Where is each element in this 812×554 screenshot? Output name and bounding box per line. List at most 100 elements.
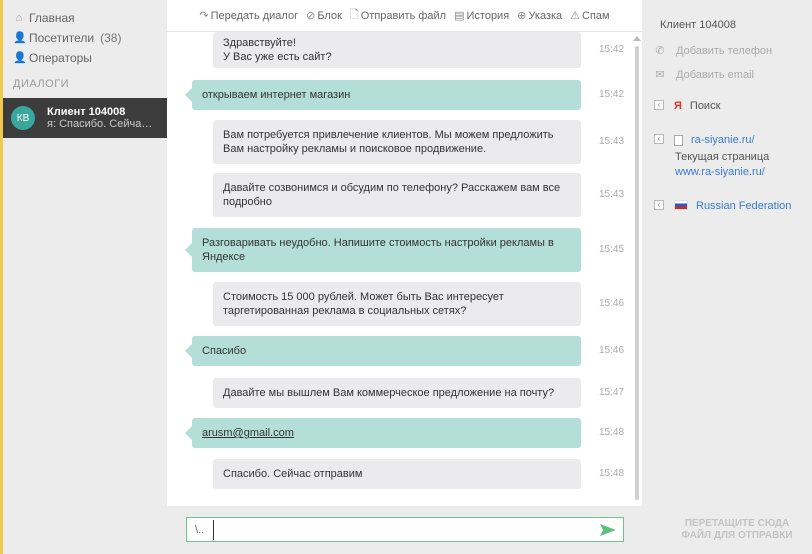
message-bubble-outgoing: Спасибо. Сейчас отправим (213, 459, 581, 489)
current-page-label: Текущая страница (675, 151, 770, 163)
message-line: arusm@gmail.com (202, 427, 294, 439)
message-bubble-outgoing: Давайте мы вышлем Вам коммерческое предл… (213, 378, 581, 408)
user-icon: 👤 (13, 32, 27, 44)
message-line: Спасибо (202, 345, 247, 357)
block-button[interactable]: ⊘ Блок (306, 9, 342, 23)
transfer-dialog-button[interactable]: ↷ Передать диалог (199, 9, 299, 23)
pointer-button[interactable]: ⊕ Указка (517, 9, 563, 23)
message-row: Давайте созвонимся и обсудим по телефону… (167, 173, 642, 217)
message-time: 15:43 (599, 136, 625, 147)
message-line: открываем интернет магазин (202, 89, 351, 101)
message-time: 15:45 (599, 244, 625, 255)
message-time: 15:48 (599, 468, 625, 479)
message-line: Яндексе (202, 251, 246, 263)
operator-icon: 👤 (13, 52, 27, 64)
nav-item-visitors[interactable]: 👤 Посетители (38) (3, 28, 167, 48)
nav-item-home[interactable]: ⌂ Главная (3, 8, 167, 28)
message-row: arusm@gmail.com 15:48 (167, 418, 642, 448)
current-page-row: www.ra-siyanie.ru/ (675, 166, 765, 178)
warning-icon: ⚠ (570, 10, 581, 22)
message-row: Стоимость 15 000 рублей. Может быть Вас … (167, 282, 642, 326)
share-arrow-icon: ↷ (199, 10, 209, 22)
dialog-item[interactable]: КВ Клиент 104008 я: Спасибо. Сейчас отпр… (3, 98, 167, 138)
message-row: Вам потребуется привлечение клиентов. Мы… (167, 120, 642, 164)
chevron-left-icon[interactable]: ‹ (654, 200, 664, 210)
section-title-dialogs: ДИАЛОГИ (13, 78, 70, 90)
send-file-button[interactable]: 🗋 Отправить файл (350, 6, 446, 25)
message-bubble-outgoing: Давайте созвонимся и обсудим по телефону… (213, 173, 581, 217)
message-time: 15:47 (599, 387, 625, 398)
spam-button[interactable]: ⚠ Спам (570, 9, 610, 23)
message-input[interactable] (213, 519, 593, 540)
block-icon: ⊘ (306, 10, 316, 22)
nav-home-label: Главная (29, 11, 75, 25)
russia-flag-icon (674, 200, 688, 210)
add-phone-link[interactable]: Добавить телефон (676, 45, 772, 57)
scroll-up-arrow-icon[interactable] (633, 36, 641, 41)
dialog-preview: я: Спасибо. Сейчас отправим (47, 118, 157, 130)
message-row: Спасибо 15:46 (167, 336, 642, 366)
envelope-icon: ✉ (655, 69, 665, 81)
phone-icon: ✆ (655, 45, 665, 57)
crosshair-icon: ⊕ (517, 10, 527, 22)
send-icon (600, 523, 616, 536)
site-link[interactable]: ra-siyanie.ru/ (691, 134, 755, 146)
message-line: Разговаривать неудобно. Напишите стоимос… (202, 237, 554, 249)
block-label: Блок (317, 9, 342, 22)
message-time: 15:46 (599, 345, 625, 356)
current-page-link[interactable]: www.ra-siyanie.ru/ (675, 166, 765, 178)
source-label: Поиск (689, 100, 721, 112)
message-line: Давайте мы вышлем Вам коммерческое предл… (223, 387, 555, 399)
message-bubble-outgoing: Вам потребуется привлечение клиентов. Мы… (213, 120, 581, 164)
chat-messages[interactable]: Здравствуйте! У Вас уже есть сайт? 15:42 от… (167, 32, 642, 506)
spam-label: Спам (582, 9, 610, 22)
chat-scrollbar[interactable] (635, 46, 639, 500)
file-drop-zone[interactable]: ПЕРЕТАЩИТЕ СЮДА ФАЙЛ ДЛЯ ОТПРАВКИ (662, 518, 812, 542)
message-bubble-outgoing: Здравствуйте! У Вас уже есть сайт? (213, 32, 581, 68)
message-line: Вам потребуется привлечение клиентов. Мы… (223, 129, 554, 141)
chevron-left-icon[interactable]: ‹ (654, 134, 664, 144)
message-time: 15:42 (599, 44, 625, 55)
message-line: Давайте созвонимся и обсудим по телефону… (223, 182, 561, 194)
sidebar: ⌂ Главная 👤 Посетители (38) 👤 Операторы … (3, 0, 167, 554)
avatar: КВ (11, 106, 35, 130)
drop-hint-line1: ПЕРЕТАЩИТЕ СЮДА (684, 518, 790, 529)
client-info-panel: Клиент 104008 ✆ Добавить телефон ✉ Добав… (642, 0, 812, 510)
history-button[interactable]: ▤ История (454, 9, 509, 23)
site-row: ‹ ra-siyanie.ru/ (654, 134, 755, 146)
message-bubble-incoming: Разговаривать неудобно. Напишите стоимос… (185, 228, 581, 272)
yandex-icon: Я (674, 100, 682, 112)
drop-hint-line2: ФАЙЛ ДЛЯ ОТПРАВКИ (681, 530, 793, 541)
document-icon: ▤ (454, 10, 465, 22)
source-row: ‹ Я Поиск (654, 100, 720, 112)
attach-indicator[interactable]: \.. (187, 524, 213, 536)
message-row: Здравствуйте! У Вас уже есть сайт? 15:42 (167, 32, 642, 68)
message-line: Стоимость 15 000 рублей. Может быть Вас … (223, 291, 504, 303)
pointer-label: Указка (528, 9, 563, 22)
page-icon (674, 135, 683, 146)
transfer-label: Передать диалог (210, 9, 299, 22)
message-bubble-outgoing: Стоимость 15 000 рублей. Может быть Вас … (213, 282, 581, 326)
send-button[interactable] (593, 523, 623, 536)
nav-visitors-label: Посетители (29, 31, 95, 45)
message-composer: \.. (186, 517, 624, 542)
add-email-link[interactable]: Добавить email (676, 69, 754, 81)
message-row: Разговаривать неудобно. Напишите стоимос… (167, 228, 642, 272)
dialog-name: Клиент 104008 (47, 106, 126, 118)
message-row: открываем интернет магазин 15:42 (167, 80, 642, 110)
message-bubble-incoming: Спасибо (185, 336, 581, 366)
chat-toolbar: ↷ Передать диалог ⊘ Блок 🗋 Отправить фай… (167, 0, 642, 32)
message-line: Спасибо. Сейчас отправим (223, 468, 363, 480)
chevron-left-icon[interactable]: ‹ (654, 100, 664, 110)
message-line: Вам настройку рекламы и поисковое продви… (223, 143, 487, 155)
file-icon: 🗋 (349, 9, 359, 21)
message-row: Давайте мы вышлем Вам коммерческое предл… (167, 378, 642, 408)
add-phone-row[interactable]: ✆ Добавить телефон (654, 45, 772, 57)
message-row: Спасибо. Сейчас отправим 15:48 (167, 459, 642, 489)
message-bubble-incoming: arusm@gmail.com (185, 418, 581, 448)
nav-item-operators[interactable]: 👤 Операторы (3, 48, 167, 68)
message-bubble-incoming: открываем интернет магазин (185, 80, 581, 110)
country-link[interactable]: Russian Federation (696, 200, 791, 212)
message-time: 15:48 (599, 427, 625, 438)
add-email-row[interactable]: ✉ Добавить email (654, 69, 754, 81)
